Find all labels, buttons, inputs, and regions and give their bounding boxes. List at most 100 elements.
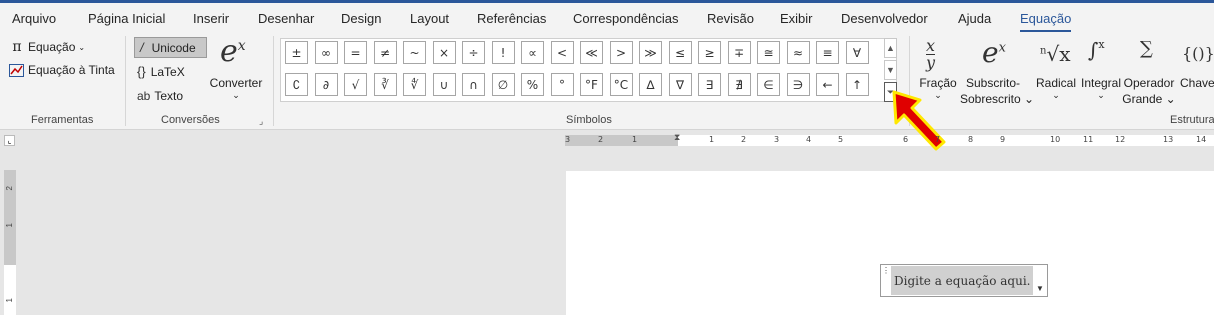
integral-button[interactable]: ∫x Integral ⌄ (1080, 36, 1122, 108)
text-button[interactable]: ab Texto (137, 89, 183, 103)
symbol-button[interactable]: ≫ (639, 41, 662, 64)
chevron-down-icon: ⌄ (1097, 90, 1105, 100)
ink-equation-button[interactable]: Equação à Tinta (9, 63, 115, 77)
symbol-button[interactable]: ≪ (580, 41, 603, 64)
symbol-button[interactable]: ∓ (727, 41, 751, 64)
tab-desenhar[interactable]: Desenhar (258, 11, 314, 26)
latex-label: LaTeX (150, 64, 185, 79)
symbol-button[interactable]: < (550, 41, 574, 64)
symbol-button[interactable]: ÷ (462, 41, 485, 64)
symbol-button[interactable]: ≡ (816, 41, 839, 64)
tab-desenvolvedor[interactable]: Desenvolvedor (841, 11, 928, 26)
ruler-number: 2 (598, 135, 604, 144)
symbol-button[interactable]: ~ (403, 41, 426, 64)
ribbon-panel: π Equação ⌄ Equação à Tinta Ferramentas … (0, 32, 1214, 130)
symbol-button[interactable]: ∆ (639, 73, 662, 96)
symbol-button[interactable]: °C (609, 73, 633, 96)
bracket-button[interactable]: {()} Chave (1178, 36, 1214, 108)
symbol-button[interactable]: ≤ (668, 41, 692, 64)
latex-button[interactable]: {} LaTeX (137, 64, 185, 79)
convert-button[interactable]: ex Converter ⌄ (208, 34, 264, 106)
symbol-button[interactable]: ∄ (727, 73, 751, 96)
tab-equacao[interactable]: Equação (1020, 11, 1071, 26)
symbol-button[interactable]: ° (550, 73, 574, 96)
ruler-number: 9 (1000, 135, 1006, 144)
equation-button-label: Equação (28, 40, 76, 54)
symbol-button[interactable]: > (609, 41, 633, 64)
symbol-button[interactable]: ∋ (786, 73, 810, 96)
symbol-button[interactable]: √ (344, 73, 367, 96)
fraction-label: Fração (919, 76, 957, 90)
symbol-button[interactable]: ∁ (285, 73, 308, 96)
equation-input[interactable]: Digite a equação aqui. (891, 266, 1033, 295)
symbol-button[interactable]: ∪ (432, 73, 456, 96)
tab-ajuda[interactable]: Ajuda (958, 11, 991, 26)
vertical-ruler-margin (4, 170, 16, 265)
tab-referencias[interactable]: Referências (477, 11, 546, 26)
symbol-button[interactable]: ↑ (845, 73, 869, 96)
gallery-scroll-down-button[interactable]: ▼ (884, 60, 897, 80)
tab-selector-icon[interactable]: ⌞ (4, 135, 15, 146)
subscript-superscript-button[interactable]: ex Subscrito- Sobrescrito ⌄ (960, 36, 1034, 108)
equation-handle-icon[interactable]: ⋮ (882, 266, 890, 276)
symbol-button[interactable]: = (344, 41, 367, 64)
operator-label-line2: Grande ⌄ (1122, 92, 1176, 106)
tab-pagina-inicial[interactable]: Página Inicial (88, 11, 165, 26)
symbol-button[interactable]: ≈ (786, 41, 810, 64)
ruler-number: 12 (1115, 135, 1126, 144)
indent-marker-icon[interactable]: ⧗ (674, 132, 680, 143)
chevron-down-icon: ▼ (886, 65, 895, 75)
symbol-button[interactable]: ∈ (757, 73, 780, 96)
symbol-button[interactable]: ± (285, 41, 308, 64)
large-operator-button[interactable]: ∑ Operador Grande ⌄ (1122, 36, 1176, 108)
gallery-scroll-up-button[interactable]: ▲ (884, 38, 897, 58)
symbol-button[interactable]: ∜ (403, 73, 426, 96)
chevron-down-icon: ⌄ (78, 42, 86, 52)
text-label: Texto (154, 89, 184, 103)
symbol-button[interactable]: ∩ (462, 73, 485, 96)
symbol-button[interactable]: ∇ (668, 73, 692, 96)
tab-inserir[interactable]: Inserir (193, 11, 229, 26)
symbol-button[interactable]: ← (816, 73, 839, 96)
script-icon: ex (982, 36, 1006, 69)
symbol-button[interactable]: ≠ (373, 41, 397, 64)
tab-exibir[interactable]: Exibir (780, 11, 813, 26)
radical-button[interactable]: n√x Radical ⌄ (1034, 36, 1078, 108)
unicode-label: Unicode (151, 40, 196, 55)
equation-options-button[interactable]: ▼ (1034, 281, 1046, 295)
symbol-button[interactable]: ∀ (845, 41, 869, 64)
sobrescrito-label: Sobrescrito (960, 92, 1021, 106)
symbol-button[interactable]: ∃ (698, 73, 721, 96)
symbol-button[interactable]: % (521, 73, 544, 96)
symbol-button[interactable]: ! (491, 41, 515, 64)
ribbon-tabs: Arquivo Página Inicial Inserir Desenhar … (0, 3, 1214, 33)
radical-icon: n√x (1040, 42, 1071, 66)
estrutura-group-label: Estrutura (1170, 114, 1214, 126)
symbol-button[interactable]: ∂ (314, 73, 338, 96)
text-icon: ab (137, 89, 151, 103)
tab-revisao[interactable]: Revisão (707, 11, 754, 26)
symbol-button[interactable]: °F (580, 73, 603, 96)
dialog-launcher-icon[interactable]: ⌟ (259, 116, 263, 127)
group-divider (125, 36, 126, 126)
symbol-button[interactable]: ∝ (521, 41, 544, 64)
tab-arquivo[interactable]: Arquivo (12, 11, 56, 26)
symbol-button[interactable]: ∛ (373, 73, 397, 96)
symbol-button[interactable]: ≅ (757, 41, 780, 64)
symbol-button[interactable]: ≥ (698, 41, 721, 64)
ferramentas-group-label: Ferramentas (31, 114, 94, 126)
conversoes-group-label: Conversões (161, 114, 220, 126)
vruler-number: 2 (5, 186, 14, 191)
symbol-button[interactable]: × (432, 41, 456, 64)
symbol-button[interactable]: ∞ (314, 41, 338, 64)
symbol-button[interactable]: ∅ (491, 73, 515, 96)
tab-design[interactable]: Design (341, 11, 381, 26)
tab-layout[interactable]: Layout (410, 11, 449, 26)
tab-correspondencias[interactable]: Correspondências (573, 11, 679, 26)
integral-icon: ∫x (1088, 38, 1105, 62)
vruler-number: 1 (5, 298, 14, 303)
equation-button[interactable]: π Equação ⌄ (9, 39, 85, 55)
unicode-button[interactable]: / Unicode (140, 40, 196, 55)
word-window: Arquivo Página Inicial Inserir Desenhar … (0, 0, 1214, 315)
chevron-down-icon: ▼ (1036, 283, 1044, 293)
